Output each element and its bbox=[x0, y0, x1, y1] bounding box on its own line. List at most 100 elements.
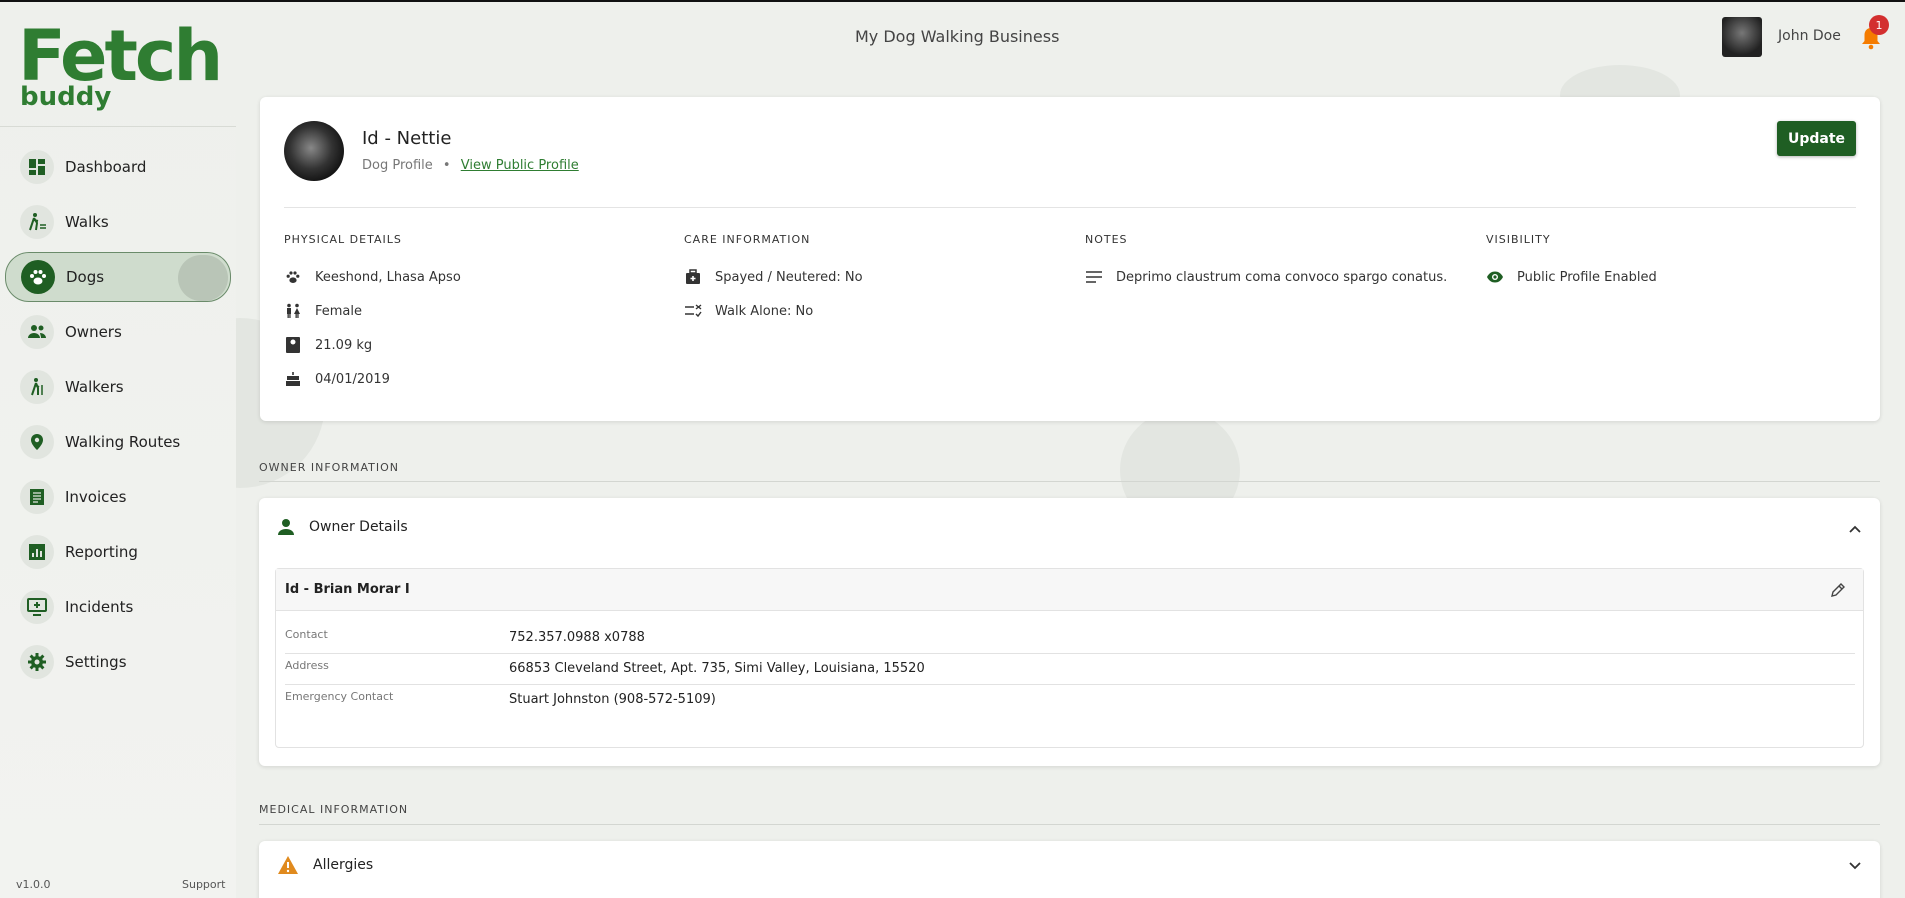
sidebar-nav: Dashboard Walks Dogs Owners Walkers Walk… bbox=[0, 142, 236, 692]
owner-details-accordion-header[interactable]: Owner Details bbox=[277, 518, 408, 536]
people-icon bbox=[20, 315, 54, 349]
field-label: Emergency Contact bbox=[285, 690, 394, 703]
notification-badge: 1 bbox=[1869, 15, 1889, 35]
owner-contact-row: Contact 752.357.0988 x0788 bbox=[285, 623, 1855, 654]
user-name[interactable]: John Doe bbox=[1778, 28, 1841, 44]
dog-profile-card: Id - Nettie Dog Profile • View Public Pr… bbox=[260, 97, 1880, 421]
breed-value: Keeshond, Lhasa Apso bbox=[315, 269, 461, 285]
physical-details-column: PHYSICAL DETAILS Keeshond, Lhasa Apso Fe… bbox=[284, 233, 664, 396]
owner-detail-header: Id - Brian Morar I bbox=[276, 569, 1863, 611]
notes-value: Deprimo claustrum coma convoco spargo co… bbox=[1116, 269, 1448, 285]
gear-icon bbox=[20, 645, 54, 679]
sidebar-item-label: Reporting bbox=[65, 543, 138, 561]
field-label: Address bbox=[285, 659, 329, 672]
profile-type-label: Dog Profile bbox=[362, 158, 433, 173]
person-icon bbox=[278, 519, 294, 535]
card-divider bbox=[284, 207, 1856, 208]
sidebar-item-owners[interactable]: Owners bbox=[5, 307, 231, 357]
field-value: Stuart Johnston (908-572-5109) bbox=[509, 692, 716, 707]
section-divider bbox=[259, 824, 1880, 825]
warning-icon bbox=[278, 856, 298, 874]
owner-name: Id - Brian Morar I bbox=[285, 582, 410, 597]
care-information-heading: CARE INFORMATION bbox=[684, 233, 811, 246]
allergies-accordion: Allergies bbox=[259, 841, 1880, 898]
walk-icon bbox=[20, 205, 54, 239]
spayed-row: Spayed / Neutered: No bbox=[684, 260, 1064, 294]
sidebar-item-label: Dogs bbox=[66, 268, 105, 286]
sidebar-item-incidents[interactable]: Incidents bbox=[5, 582, 231, 632]
logo-word-buddy: buddy bbox=[20, 82, 112, 112]
sidebar-item-label: Incidents bbox=[65, 598, 134, 616]
sidebar-divider bbox=[0, 126, 236, 127]
owner-details-accordion: Owner Details Id - Brian Morar I Contact… bbox=[259, 498, 1880, 766]
walk-alone-row: Walk Alone: No bbox=[684, 294, 1064, 328]
sidebar-item-label: Invoices bbox=[65, 488, 127, 506]
invoice-icon bbox=[20, 480, 54, 514]
user-avatar[interactable] bbox=[1722, 17, 1762, 57]
owner-detail-panel: Id - Brian Morar I Contact 752.357.0988 … bbox=[275, 568, 1864, 748]
dob-value: 04/01/2019 bbox=[315, 371, 390, 387]
visibility-column: VISIBILITY Public Profile Enabled bbox=[1486, 233, 1866, 294]
medical-information-heading: MEDICAL INFORMATION bbox=[259, 803, 409, 816]
chevron-down-icon[interactable] bbox=[1848, 859, 1862, 873]
business-title: My Dog Walking Business bbox=[855, 27, 1060, 46]
active-indicator bbox=[178, 255, 228, 301]
weight-row: 21.09 kg bbox=[284, 328, 664, 362]
sidebar-item-label: Walks bbox=[65, 213, 109, 231]
sidebar-item-dashboard[interactable]: Dashboard bbox=[5, 142, 231, 192]
notes-heading: NOTES bbox=[1085, 233, 1128, 246]
field-value: 66853 Cleveland Street, Apt. 735, Simi V… bbox=[509, 661, 925, 676]
fetch-buddy-logo[interactable]: Fetch buddy bbox=[18, 16, 223, 117]
sidebar-item-walking-routes[interactable]: Walking Routes bbox=[5, 417, 231, 467]
sidebar-item-label: Owners bbox=[65, 323, 122, 341]
breed-row: Keeshond, Lhasa Apso bbox=[284, 260, 664, 294]
sidebar-item-walks[interactable]: Walks bbox=[5, 197, 231, 247]
paw-icon bbox=[284, 268, 302, 286]
pencil-icon[interactable] bbox=[1829, 581, 1847, 599]
care-information-column: CARE INFORMATION Spayed / Neutered: No W… bbox=[684, 233, 1064, 328]
notes-lines-icon bbox=[1085, 268, 1103, 286]
medical-bag-icon bbox=[684, 268, 702, 286]
eye-icon bbox=[1486, 268, 1504, 286]
visibility-heading: VISIBILITY bbox=[1486, 233, 1551, 246]
sidebar-item-label: Walking Routes bbox=[65, 433, 181, 451]
visibility-row: Public Profile Enabled bbox=[1486, 260, 1866, 294]
dob-row: 04/01/2019 bbox=[284, 362, 664, 396]
incident-icon bbox=[20, 590, 54, 624]
chart-icon bbox=[20, 535, 54, 569]
allergies-accordion-header[interactable]: Allergies bbox=[277, 855, 373, 875]
dog-avatar bbox=[284, 121, 344, 181]
physical-details-heading: PHYSICAL DETAILS bbox=[284, 233, 402, 246]
chevron-up-icon[interactable] bbox=[1848, 522, 1862, 536]
weight-value: 21.09 kg bbox=[315, 337, 373, 353]
dashboard-icon bbox=[20, 150, 54, 184]
view-public-profile-link[interactable]: View Public Profile bbox=[461, 158, 579, 173]
visibility-value: Public Profile Enabled bbox=[1517, 269, 1657, 285]
field-value: 752.357.0988 x0788 bbox=[509, 630, 645, 645]
sidebar-item-walkers[interactable]: Walkers bbox=[5, 362, 231, 412]
sidebar-item-label: Settings bbox=[65, 653, 127, 671]
dog-name: Id - Nettie bbox=[362, 128, 452, 149]
sidebar-item-reporting[interactable]: Reporting bbox=[5, 527, 231, 577]
update-button[interactable]: Update bbox=[1777, 121, 1856, 156]
owner-information-heading: OWNER INFORMATION bbox=[259, 461, 399, 474]
spayed-value: Spayed / Neutered: No bbox=[715, 269, 863, 285]
owner-address-row: Address 66853 Cleveland Street, Apt. 735… bbox=[285, 654, 1855, 685]
subtitle-separator: • bbox=[442, 158, 451, 173]
sidebar-item-invoices[interactable]: Invoices bbox=[5, 472, 231, 522]
sidebar-item-dogs[interactable]: Dogs bbox=[5, 252, 231, 302]
support-link[interactable]: Support bbox=[182, 878, 225, 891]
sidebar: Fetch buddy Dashboard Walks Dogs Owners … bbox=[0, 2, 236, 898]
owner-emergency-contact-row: Emergency Contact Stuart Johnston (908-5… bbox=[285, 685, 1855, 716]
paw-icon bbox=[21, 260, 55, 294]
allergies-title: Allergies bbox=[313, 857, 374, 873]
notes-column: NOTES Deprimo claustrum coma convoco spa… bbox=[1085, 233, 1465, 294]
sidebar-item-settings[interactable]: Settings bbox=[5, 637, 231, 687]
notes-row: Deprimo claustrum coma convoco spargo co… bbox=[1085, 260, 1465, 294]
version-label: v1.0.0 bbox=[16, 878, 51, 891]
window-top-border bbox=[0, 0, 1905, 2]
wc-icon bbox=[284, 302, 302, 320]
hiker-icon bbox=[20, 370, 54, 404]
cake-icon bbox=[284, 370, 302, 388]
sidebar-item-label: Walkers bbox=[65, 378, 124, 396]
